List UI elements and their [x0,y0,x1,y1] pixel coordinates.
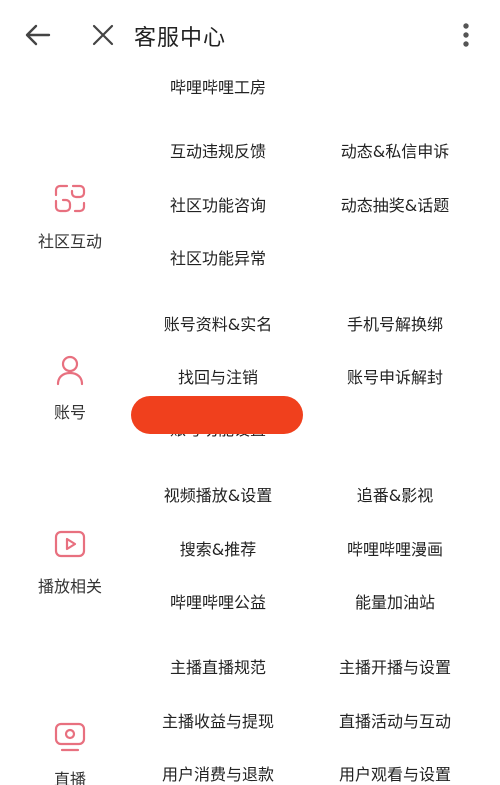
more-vertical-icon[interactable] [448,17,484,53]
help-item[interactable]: 手机号解换绑 [305,307,485,343]
help-item[interactable]: 哔哩哔哩公益 [128,585,308,621]
user-icon [53,353,87,391]
redaction-mark [131,396,303,434]
help-item[interactable]: 社区功能咨询 [128,188,308,224]
community-interaction-icon [53,182,87,220]
help-item[interactable]: 视频播放&设置 [128,478,308,514]
help-item[interactable]: 主播收益与提现 [128,704,308,740]
category-account[interactable]: 账号 [14,353,126,423]
help-item[interactable]: 找回与注销 [128,360,308,396]
help-item[interactable]: 账号资料&实名 [128,307,308,343]
help-item[interactable]: 追番&影视 [305,478,485,514]
help-center-content: 哔哩哔哩工房 社区互动 互动违规反馈 动态&私信申诉 社区功能咨询 动态抽奖&话… [0,70,500,785]
help-item[interactable]: 社区功能异常 [128,241,308,277]
help-item[interactable]: 互动违规反馈 [128,134,308,170]
help-item[interactable]: 用户消费与退款 [128,757,308,785]
play-icon [53,527,87,565]
category-community[interactable]: 社区互动 [14,182,126,252]
help-item[interactable]: 用户观看与设置 [305,757,485,785]
close-icon[interactable] [85,17,121,53]
help-item[interactable]: 直播活动与互动 [305,704,485,740]
category-label: 播放相关 [37,577,102,596]
arrow-left-icon[interactable] [20,17,56,53]
help-item[interactable]: 哔哩哔哩工房 [128,70,308,106]
category-label: 直播 [53,770,86,785]
category-live[interactable]: 直播 [14,720,126,785]
help-item[interactable]: 动态&私信申诉 [305,134,485,170]
help-item[interactable]: 主播直播规范 [128,650,308,686]
top-bar: 客服中心 [0,0,500,70]
help-item[interactable]: 主播开播与设置 [305,650,485,686]
live-tv-icon [53,720,87,758]
page-title: 客服中心 [134,26,227,51]
category-label: 社区互动 [37,232,102,251]
help-item[interactable]: 能量加油站 [305,585,485,621]
help-item[interactable]: 动态抽奖&话题 [305,188,485,224]
category-playback[interactable]: 播放相关 [14,527,126,597]
help-item[interactable]: 账号申诉解封 [305,360,485,396]
help-item[interactable]: 哔哩哔哩漫画 [305,532,485,568]
category-label: 账号 [53,403,86,422]
help-item[interactable]: 搜索&推荐 [128,532,308,568]
